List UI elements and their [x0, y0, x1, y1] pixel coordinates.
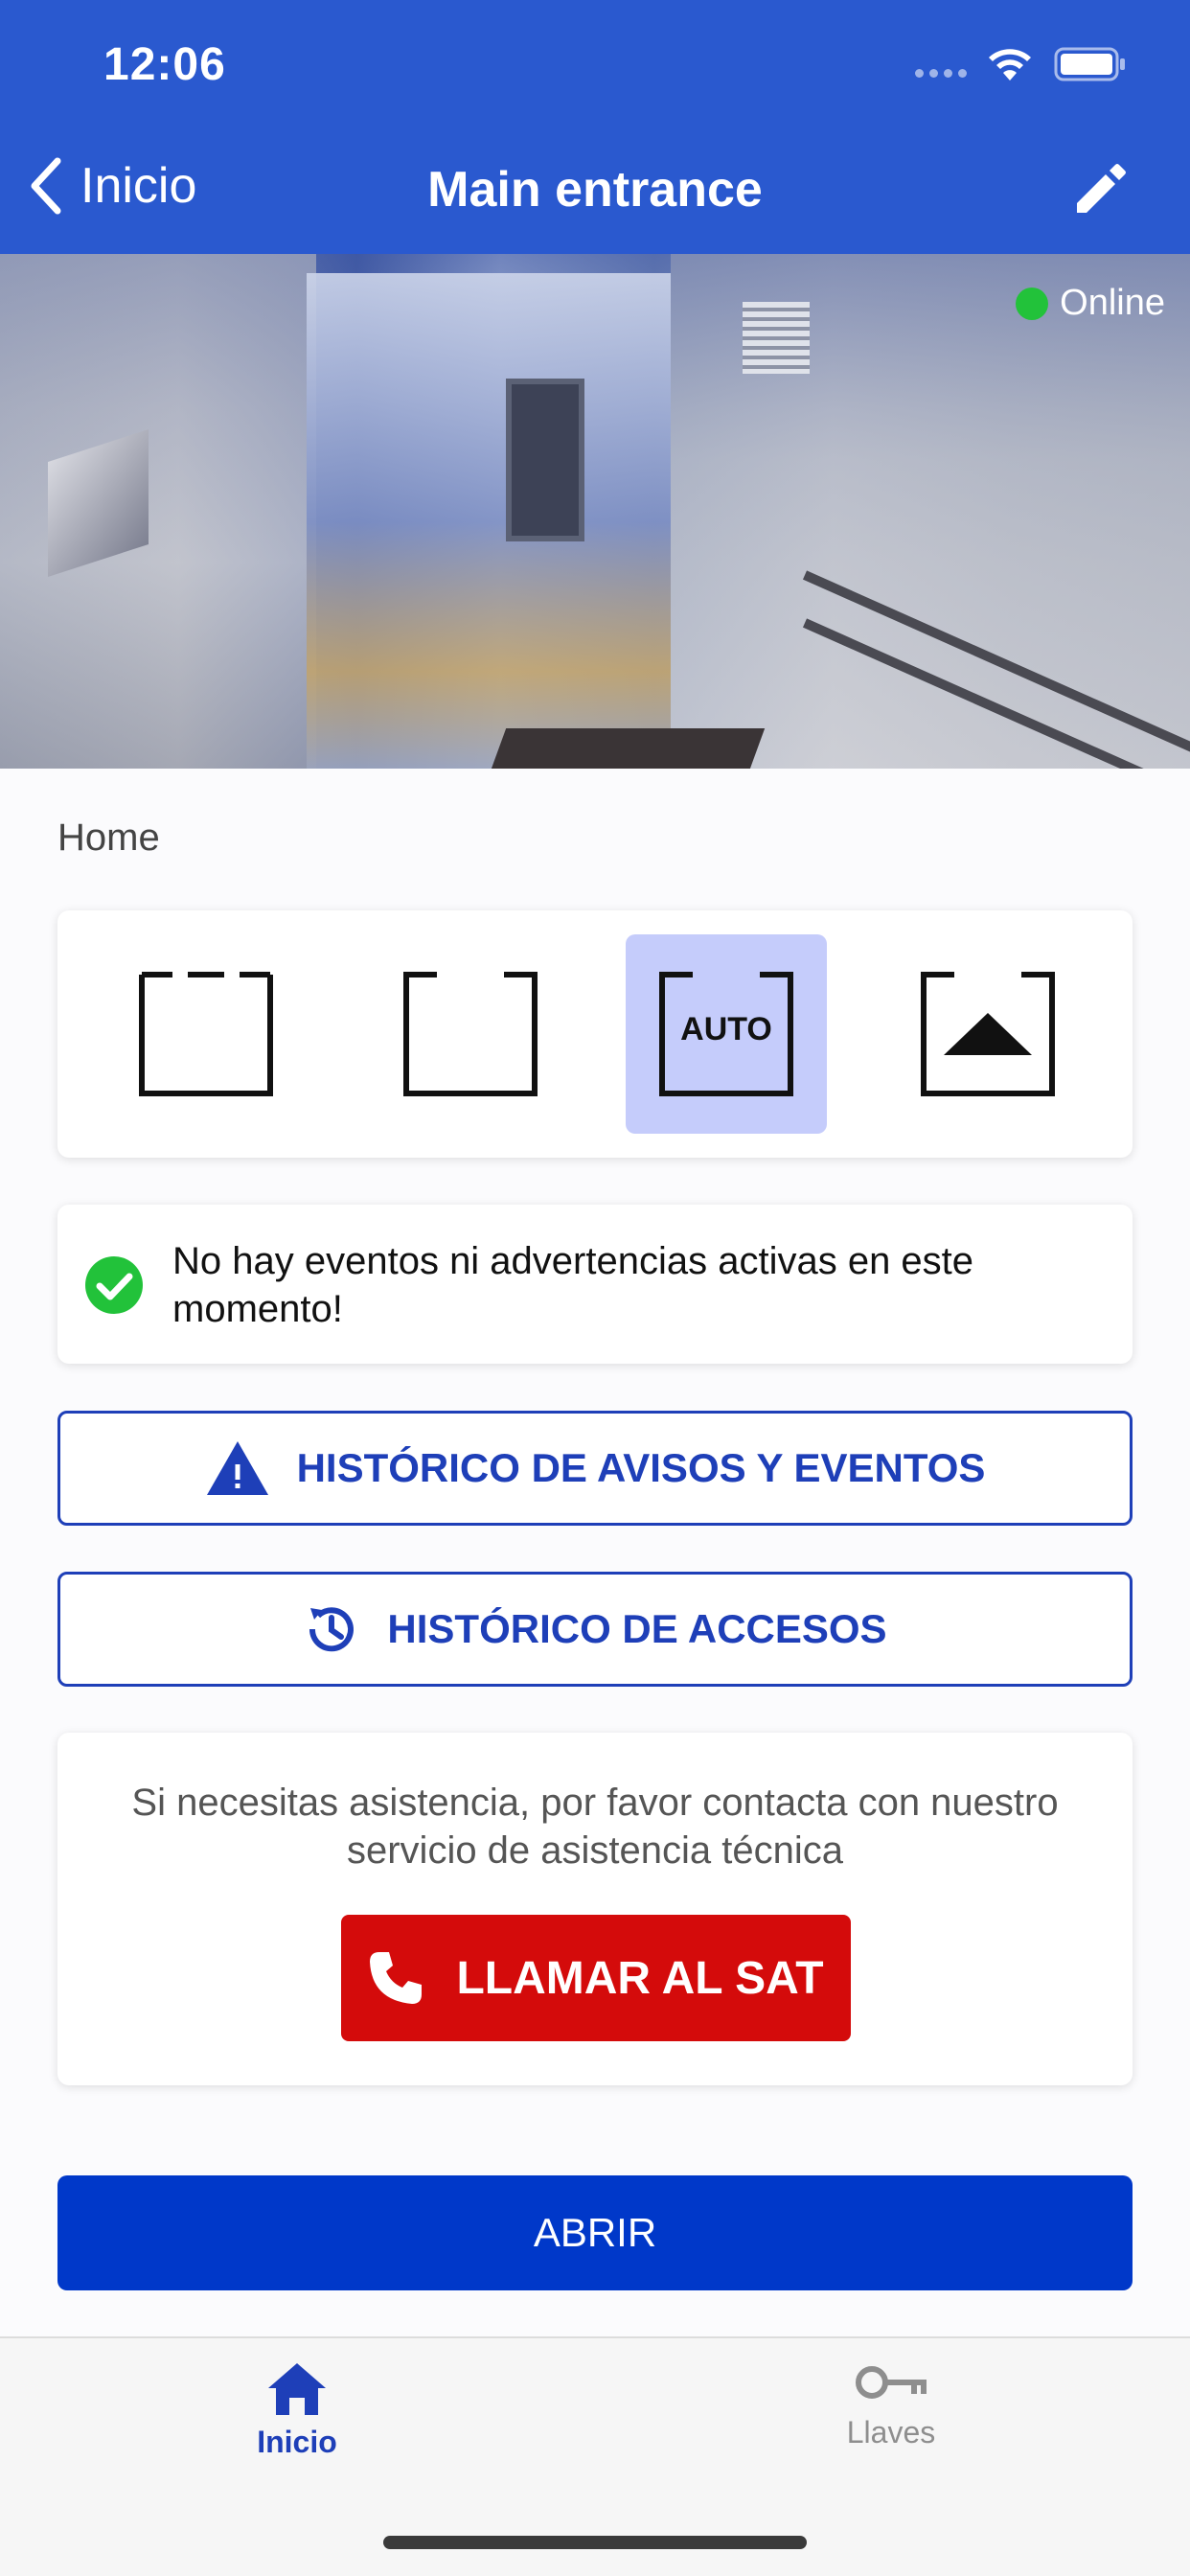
history-icon: [309, 1607, 355, 1652]
door-auto-icon: AUTO: [658, 971, 794, 1097]
access-history-button[interactable]: HISTÓRICO DE ACCESOS: [57, 1572, 1133, 1687]
section-title: Home: [57, 816, 160, 859]
door-open-icon: [403, 972, 538, 1096]
mode-open-button[interactable]: [370, 934, 571, 1134]
call-support-button[interactable]: LLAMAR AL SAT: [341, 1915, 851, 2041]
page-title: Main entrance: [427, 162, 763, 218]
status-info-card: No hay eventos ni advertencias activas e…: [57, 1205, 1133, 1364]
cellular-signal-icon: [915, 69, 967, 78]
tab-llaves[interactable]: Llaves: [747, 2361, 1035, 2450]
access-history-label: HISTÓRICO DE ACCESOS: [387, 1606, 887, 1651]
status-time: 12:06: [103, 39, 226, 90]
call-support-label: LLAMAR AL SAT: [456, 1952, 824, 2004]
wifi-icon: [989, 49, 1031, 80]
navigation-bar: Inicio Main entrance: [0, 144, 1190, 240]
events-history-label: HISTÓRICO DE AVISOS Y EVENTOS: [296, 1445, 986, 1490]
open-door-label: ABRIR: [533, 2210, 657, 2255]
status-bar: 12:06: [0, 0, 1190, 134]
home-icon: [268, 2363, 326, 2415]
open-door-button[interactable]: ABRIR: [57, 2175, 1133, 2290]
key-icon: [856, 2366, 927, 2399]
tab-llaves-label: Llaves: [846, 2415, 936, 2450]
home-indicator: [383, 2536, 807, 2549]
support-card: Si necesitas asistencia, por favor conta…: [57, 1733, 1133, 2085]
phone-icon: [370, 1952, 423, 2004]
mode-exit-button[interactable]: [887, 934, 1088, 1134]
door-closed-icon: [139, 972, 273, 1096]
status-message: No hay eventos ni advertencias activas e…: [172, 1240, 974, 1330]
check-circle-icon: [85, 1256, 143, 1314]
support-text: Si necesitas asistencia, por favor conta…: [131, 1782, 1059, 1872]
online-status-dot: [1016, 287, 1049, 320]
mode-auto-button[interactable]: AUTO: [626, 934, 827, 1134]
mode-auto-label: AUTO: [680, 1011, 772, 1047]
events-history-button[interactable]: HISTÓRICO DE AVISOS Y EVENTOS: [57, 1411, 1133, 1526]
door-mode-selector: AUTO: [57, 910, 1133, 1158]
header: 12:06 Inicio Main entrance: [0, 0, 1190, 254]
warning-icon: [206, 1441, 268, 1495]
tab-inicio[interactable]: Inicio: [153, 2361, 441, 2460]
entrance-photo: Online: [0, 254, 1190, 769]
mode-closed-button[interactable]: [105, 934, 307, 1134]
door-exit-arrow-icon: [921, 972, 1055, 1096]
edit-pencil-icon[interactable]: [1071, 159, 1131, 218]
online-status-badge: Online: [1016, 283, 1165, 324]
battery-icon: [1054, 47, 1125, 81]
online-status-label: Online: [1060, 283, 1165, 323]
tab-inicio-label: Inicio: [257, 2425, 337, 2459]
